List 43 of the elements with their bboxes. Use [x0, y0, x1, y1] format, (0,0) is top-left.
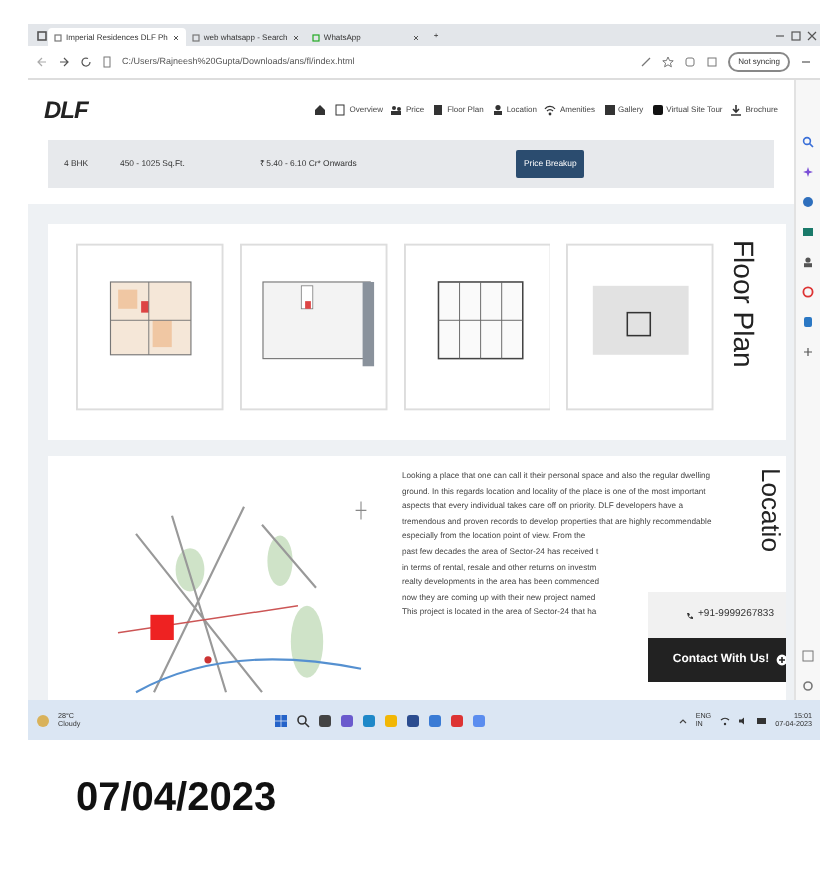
more-icon[interactable] — [800, 56, 812, 68]
windows-icon[interactable] — [273, 713, 287, 727]
page-icon — [311, 33, 320, 41]
file-icon — [102, 56, 112, 68]
search-icon[interactable] — [802, 136, 814, 148]
back-icon[interactable] — [36, 56, 48, 68]
document-icon — [334, 104, 347, 116]
refresh-icon[interactable] — [80, 56, 92, 68]
close-icon[interactable] — [804, 29, 820, 41]
wifi-icon — [544, 104, 557, 116]
page-icon — [54, 33, 62, 41]
favorite-icon[interactable] — [662, 56, 675, 68]
sparkle-icon[interactable] — [802, 166, 814, 178]
page-icon — [191, 33, 200, 41]
minimize-icon[interactable] — [772, 29, 788, 41]
app-icon[interactable] — [802, 286, 814, 298]
person-icon — [491, 104, 504, 116]
sidebar-toggle-icon[interactable] — [802, 650, 814, 662]
add-icon[interactable] — [802, 346, 814, 358]
home-icon[interactable] — [314, 104, 327, 116]
download-icon — [730, 104, 743, 116]
people-icon — [390, 104, 403, 116]
battery-icon[interactable] — [755, 715, 768, 725]
section-heading: Locatio — [758, 468, 784, 552]
app-icon[interactable] — [802, 316, 814, 328]
date-caption: 07/04/2023 — [76, 774, 279, 824]
tab-actions-icon[interactable] — [36, 29, 48, 41]
person-icon[interactable] — [802, 256, 814, 268]
weather-icon — [36, 713, 50, 727]
settings-icon[interactable] — [802, 680, 814, 692]
plus-icon — [775, 654, 786, 666]
section-heading: Floor Plan — [730, 240, 758, 372]
wifi-icon[interactable] — [719, 715, 730, 725]
phone-icon — [686, 611, 695, 619]
forward-icon[interactable] — [58, 56, 70, 68]
app-icon[interactable] — [802, 226, 814, 238]
speaker-icon[interactable] — [737, 715, 748, 725]
app-icon[interactable] — [802, 196, 814, 208]
restore-icon[interactable] — [788, 29, 804, 41]
chevron-icon[interactable] — [677, 715, 688, 725]
site-logo[interactable]: DLF — [44, 92, 88, 128]
search-icon[interactable] — [295, 713, 309, 727]
read-aloud-icon[interactable] — [640, 56, 653, 68]
